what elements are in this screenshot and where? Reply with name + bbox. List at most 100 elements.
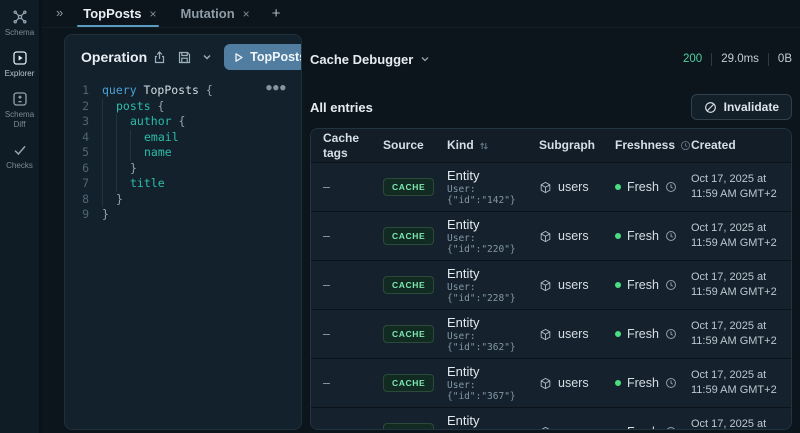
response-size: 0B (777, 53, 792, 65)
fresh-status-dot (615, 184, 621, 190)
line-code: author { (102, 114, 185, 130)
clock-icon (665, 328, 677, 340)
sort-icon (479, 141, 489, 151)
cache-tags-cell: – (323, 180, 330, 194)
cache-debugger-title: Cache Debugger (310, 51, 414, 67)
package-cube-icon (539, 328, 552, 341)
subgraph-cell: users (539, 322, 615, 346)
sidebar-item-explorer[interactable]: Explorer (0, 50, 39, 78)
sidebar-expand-icon[interactable]: » (54, 5, 71, 22)
play-icon (233, 52, 244, 63)
cache-debugger-dropdown[interactable]: Cache Debugger (310, 52, 430, 67)
source-cell: CACHE (383, 418, 447, 429)
invalidate-button[interactable]: Invalidate (690, 94, 792, 120)
content-area: Operation TopPosts 1 query TopPosts {2 … (42, 28, 800, 433)
sidebar-label-checks: Checks (6, 160, 33, 170)
sidebar-item-checks[interactable]: Checks (0, 142, 39, 170)
cache-tags-cell: – (323, 420, 383, 429)
freshness-cell: Fresh (615, 273, 691, 297)
source-cell: CACHE (383, 369, 447, 397)
table-row[interactable]: – CACHE Entity User:{"id":"367"} users F… (311, 359, 791, 408)
save-icon[interactable] (172, 48, 197, 67)
editor-line: 7 title (65, 176, 301, 192)
table-header: Cache tags Source Kind Subgraph Freshnes… (311, 129, 791, 163)
sidebar-item-schema-diff[interactable]: Schema Diff (0, 91, 39, 129)
fresh-status-dot (615, 331, 621, 337)
subgraph-cell: users (539, 371, 615, 395)
icon-sidebar: Schema Explorer Schema Diff Checks (0, 0, 42, 433)
editor-overflow-menu-icon[interactable]: ●●● (266, 83, 287, 93)
table-row[interactable]: – CACHE Entity User:{"id":"142"} users F… (311, 163, 791, 212)
editor-line: 8 } (65, 191, 301, 207)
close-icon[interactable]: × (243, 7, 250, 21)
created-cell: Oct 17, 2025 at 11:59 AM GMT+2 (691, 221, 777, 249)
column-source: Source (383, 138, 424, 152)
table-row[interactable]: – CACHE Entity User:{"id":"228"} users F… (311, 261, 791, 310)
fresh-status-dot (615, 282, 621, 288)
column-subgraph: Subgraph (539, 138, 595, 152)
kind-cell: Entity User:{"id":"416"} (447, 413, 480, 428)
invalidate-slash-circle-icon (704, 101, 717, 114)
kind-cell: Entity User:{"id":"220"} (447, 217, 516, 255)
entries-header-row: All entries Invalidate (310, 94, 792, 120)
editor-line: 4 email (65, 129, 301, 145)
table-row[interactable]: – CACHE Entity User:{"id":"220"} users F… (311, 212, 791, 261)
kind-cell: Entity User:{"id":"367"} (447, 364, 516, 402)
freshness-cell: Fresh (615, 224, 691, 248)
tab-topposts[interactable]: TopPosts × (71, 0, 168, 27)
editor-line: 2 posts { (65, 98, 301, 114)
clock-icon (680, 140, 691, 151)
response-stats: 200 29.0ms 0B (683, 52, 792, 66)
cache-debugger-panel: Cache Debugger 200 29.0ms 0B All entries… (302, 34, 792, 430)
line-number: 2 (82, 98, 89, 113)
table-row[interactable]: – CACHE Entity User:{"id":"362"} users F… (311, 310, 791, 359)
cache-source-badge: CACHE (383, 178, 435, 196)
operation-panel: Operation TopPosts 1 query TopPosts {2 … (64, 34, 302, 430)
schema-graph-icon (12, 9, 28, 25)
cache-source-badge: CACHE (383, 423, 435, 429)
created-cell: Oct 17, 2025 at 11:59 AM GMT+2 (691, 172, 777, 200)
chevron-down-icon (420, 54, 430, 64)
package-cube-icon (539, 426, 552, 429)
subgraph-cell: users (539, 273, 615, 297)
checkmark-icon (12, 142, 28, 158)
cache-tags-cell: – (323, 327, 330, 341)
clock-icon (665, 279, 677, 291)
close-icon[interactable]: × (150, 7, 157, 21)
chevron-down-icon[interactable] (197, 50, 217, 64)
cache-tags-cell: – (323, 229, 330, 243)
subgraph-cell: users (539, 224, 615, 248)
query-editor[interactable]: 1 query TopPosts { 2 posts { 3 author { … (65, 74, 301, 429)
sidebar-item-schema[interactable]: Schema (0, 9, 39, 37)
editor-line: 6 } (65, 160, 301, 176)
package-cube-icon (539, 377, 552, 390)
invalidate-label: Invalidate (723, 100, 779, 114)
fresh-status-dot (615, 380, 621, 386)
kind-cell: Entity User:{"id":"228"} (447, 266, 516, 304)
share-icon[interactable] (147, 48, 172, 67)
package-cube-icon (539, 181, 552, 194)
new-tab-button[interactable]: + (262, 5, 291, 22)
fresh-status-dot (615, 429, 621, 430)
tab-mutation[interactable]: Mutation × (169, 0, 262, 27)
all-entries-title: All entries (310, 99, 373, 115)
table-row[interactable]: – CACHE Entity User:{"id":"416"} users F… (311, 408, 791, 430)
clock-icon (665, 230, 677, 242)
created-cell: Oct 17, 2025 at 11:59 AM GMT+2 (691, 319, 777, 347)
column-kind[interactable]: Kind (447, 138, 539, 153)
source-cell: CACHE (383, 320, 447, 348)
freshness-cell: Fresh (615, 371, 691, 395)
line-code: name (102, 145, 172, 161)
cache-source-badge: CACHE (383, 325, 435, 343)
column-freshness: Freshness (615, 138, 691, 153)
line-code: query TopPosts { (102, 83, 213, 97)
run-operation-button[interactable]: TopPosts (224, 44, 301, 70)
package-cube-icon (539, 230, 552, 243)
cache-entries-table: Cache tags Source Kind Subgraph Freshnes… (310, 128, 792, 430)
editor-line: 5 name (65, 145, 301, 161)
line-number: 3 (82, 114, 89, 128)
line-code: email (102, 129, 179, 145)
line-number: 9 (82, 207, 89, 221)
status-code: 200 (683, 53, 703, 65)
line-number: 1 (82, 83, 89, 97)
